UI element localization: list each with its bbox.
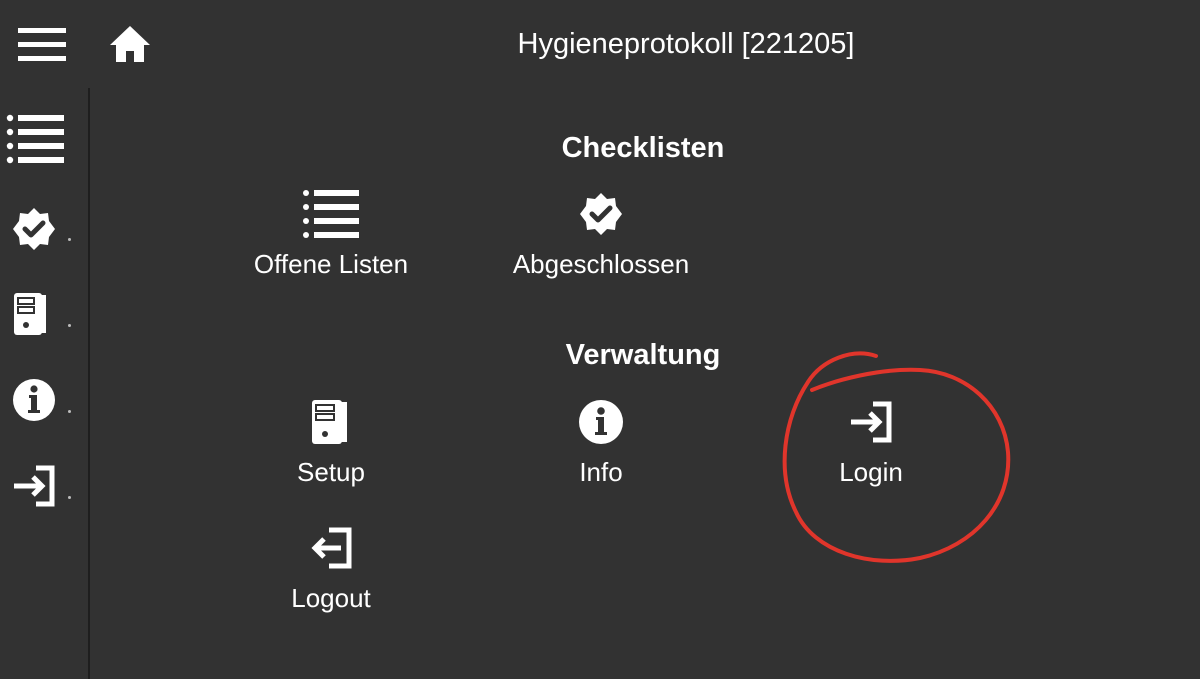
tile-setup[interactable]: Setup <box>216 394 446 504</box>
tile-label: Offene Listen <box>253 249 409 279</box>
sidebar-item-setup[interactable] <box>4 286 82 342</box>
list-icon <box>303 190 359 238</box>
tile-label: Setup <box>297 457 365 487</box>
home-icon <box>110 26 150 62</box>
hamburger-menu-icon <box>18 28 66 61</box>
home-button[interactable] <box>102 20 158 68</box>
tile-info[interactable]: Info <box>486 394 716 504</box>
sidebar-dot <box>68 323 71 327</box>
check-badge-icon <box>580 193 622 235</box>
sidebar-dot <box>68 237 71 241</box>
tile-label: Logout <box>291 583 371 613</box>
section-title-checklists: Checklisten <box>561 132 725 164</box>
annotation-circle <box>782 351 1011 563</box>
app-bar: Hygieneprotokoll [221205] <box>0 0 1200 88</box>
sidebar-item-login[interactable] <box>4 458 82 514</box>
sidebar-dot <box>68 495 71 499</box>
menu-button[interactable] <box>14 20 70 68</box>
tile-open-lists[interactable]: Offene Listen <box>216 186 446 296</box>
login-icon <box>14 465 55 507</box>
sidebar-item-open-lists[interactable] <box>4 112 82 168</box>
info-icon <box>13 379 55 421</box>
sidebar-item-completed[interactable] <box>4 200 82 256</box>
tile-logout[interactable]: Logout <box>216 520 446 630</box>
sidebar <box>0 88 90 679</box>
page-title: Hygieneprotokoll [221205] <box>517 28 855 60</box>
list-icon <box>6 114 64 164</box>
tile-label: Info <box>579 457 623 487</box>
logout-icon <box>311 527 352 569</box>
section-title-administration: Verwaltung <box>565 339 721 371</box>
check-badge-icon <box>13 208 55 250</box>
tile-completed[interactable]: Abgeschlossen <box>486 186 716 296</box>
tile-label: Abgeschlossen <box>512 249 690 279</box>
info-icon <box>579 400 623 444</box>
sidebar-item-info[interactable] <box>4 372 82 428</box>
computer-tower-icon <box>14 293 46 335</box>
sidebar-dot <box>68 409 71 413</box>
computer-tower-icon <box>312 400 347 444</box>
